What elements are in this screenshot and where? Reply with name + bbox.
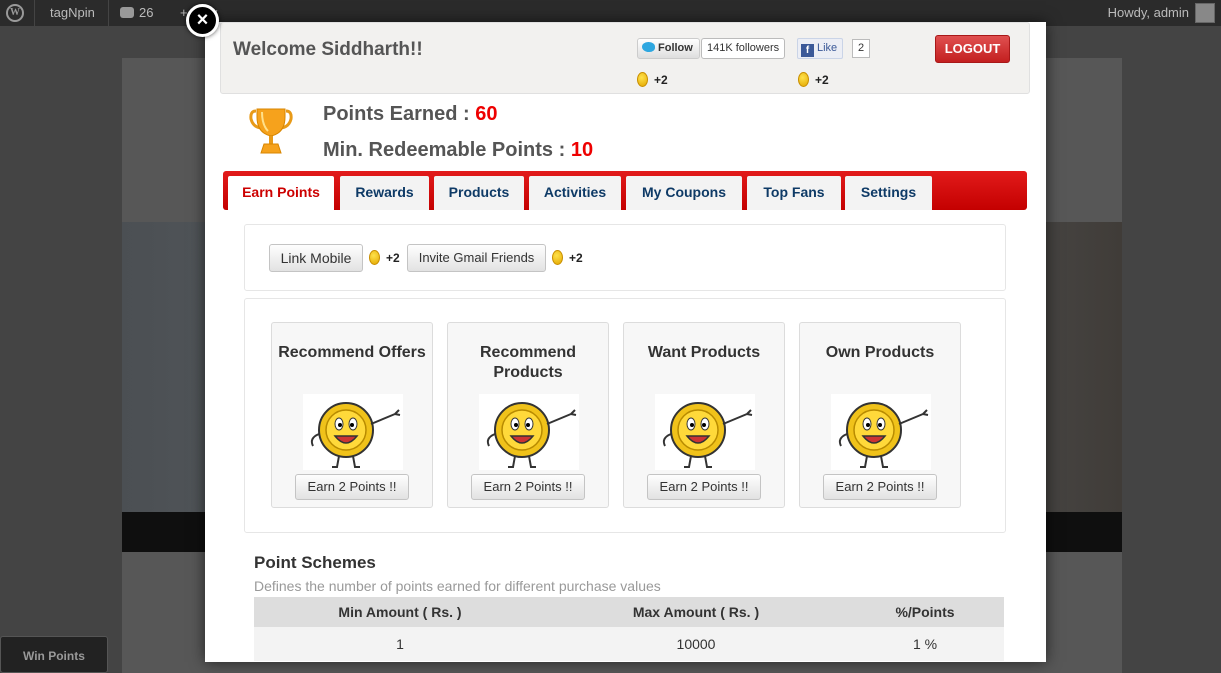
welcome-text: Welcome Siddharth!! [233, 39, 423, 60]
points-earned-label: Points Earned : [323, 103, 476, 125]
close-modal-button[interactable]: × [186, 4, 219, 37]
card-want-products: Want Products Earn 2 Points !! [623, 322, 785, 508]
card-own-products: Own Products Earn 2 Points !! [799, 322, 961, 508]
card-title: Want Products [647, 344, 761, 361]
card-recommend-offers: Recommend Offers Earn 2 Points !! [271, 322, 433, 508]
coin-icon [369, 250, 380, 265]
tab-bar: Earn Points Rewards Products Activities … [223, 171, 1027, 210]
earn-points-button[interactable]: Earn 2 Points !! [823, 474, 937, 500]
min-redeemable-label: Min. Redeemable Points : [323, 139, 571, 161]
comments-count: 26 [139, 5, 154, 20]
facebook-like-count: 2 [852, 39, 871, 58]
table-cell: 1 % [912, 636, 938, 652]
link-mobile-reward: +2 [386, 251, 400, 265]
facebook-like-button[interactable]: f Like [797, 38, 844, 59]
earn-points-button[interactable]: Earn 2 Points !! [647, 474, 761, 500]
min-redeemable-points: Min. Redeemable Points : 10 [323, 139, 593, 162]
min-redeemable-value: 10 [570, 139, 594, 161]
tab-products[interactable]: Products [434, 176, 524, 210]
tab-earn-points[interactable]: Earn Points [228, 176, 334, 210]
column-header: %/Points [895, 604, 955, 620]
column-header: Min Amount ( Rs. ) [338, 604, 462, 620]
coin-mascot-image [655, 394, 755, 470]
point-schemes-table: Min Amount ( Rs. ) Max Amount ( Rs. ) %/… [254, 597, 1004, 661]
logout-button[interactable]: LOGOUT [935, 35, 1010, 63]
card-title: Recommend Products [479, 344, 577, 381]
user-header-panel: Welcome Siddharth!! Follow 141K follower… [220, 22, 1030, 94]
win-points-label: Win Points [23, 649, 85, 663]
tab-rewards[interactable]: Rewards [340, 176, 429, 210]
actions-panel: Link Mobile +2 Invite Gmail Friends +2 [244, 224, 1006, 291]
twitter-followers-count: 141K followers [701, 38, 786, 59]
tab-activities[interactable]: Activities [529, 176, 621, 210]
point-schemes-subtitle: Defines the number of points earned for … [254, 578, 661, 594]
invite-gmail-reward: +2 [569, 251, 583, 265]
twitter-reward: +2 [637, 71, 668, 89]
coin-icon [798, 72, 809, 88]
facebook-icon: f [801, 44, 814, 57]
facebook-reward-text: +2 [815, 72, 829, 87]
coin-mascot-image [479, 394, 579, 470]
card-title: Own Products [825, 344, 935, 361]
column-header: Max Amount ( Rs. ) [632, 604, 760, 620]
like-label: Like [817, 42, 838, 54]
twitter-bird-icon [642, 42, 655, 52]
points-earned-value: 60 [475, 103, 498, 125]
table-header-row: Min Amount ( Rs. ) Max Amount ( Rs. ) %/… [254, 597, 1004, 627]
coin-icon [552, 250, 563, 265]
invite-gmail-button[interactable]: Invite Gmail Friends [407, 244, 546, 272]
earn-points-button[interactable]: Earn 2 Points !! [471, 474, 585, 500]
avatar[interactable] [1195, 3, 1215, 23]
tab-top-fans[interactable]: Top Fans [747, 176, 841, 210]
link-mobile-button[interactable]: Link Mobile [269, 244, 363, 272]
card-recommend-products: Recommend Products Earn 2 Points !! [447, 322, 609, 508]
table-cell: 1 [396, 636, 404, 652]
coin-mascot-image [831, 394, 931, 470]
twitter-reward-text: +2 [654, 72, 668, 87]
follow-label: Follow [658, 42, 693, 54]
comment-bubble-icon [120, 7, 134, 18]
trophy-icon [249, 108, 293, 154]
table-row: 1 10000 1 % [254, 627, 1004, 661]
facebook-reward: +2 [798, 71, 829, 89]
wordpress-icon[interactable]: W [6, 4, 24, 22]
site-name-link[interactable]: tagNpin [50, 5, 95, 20]
twitter-follow-button[interactable]: Follow [637, 38, 700, 59]
point-schemes-title: Point Schemes [254, 553, 376, 572]
coin-mascot-image [303, 394, 403, 470]
table-cell: 10000 [676, 636, 716, 652]
divider [34, 0, 35, 26]
divider [108, 0, 109, 26]
card-title: Recommend Offers [278, 344, 426, 361]
points-modal: Welcome Siddharth!! Follow 141K follower… [205, 22, 1046, 662]
earn-points-button[interactable]: Earn 2 Points !! [295, 474, 409, 500]
tab-settings[interactable]: Settings [845, 176, 932, 210]
coin-icon [637, 72, 648, 88]
comments-link[interactable]: 26 [120, 5, 153, 20]
points-earned: Points Earned : 60 [323, 103, 498, 126]
howdy-user[interactable]: Howdy, admin [1108, 5, 1189, 20]
win-points-button[interactable]: Win Points [0, 636, 108, 673]
tab-my-coupons[interactable]: My Coupons [626, 176, 742, 210]
